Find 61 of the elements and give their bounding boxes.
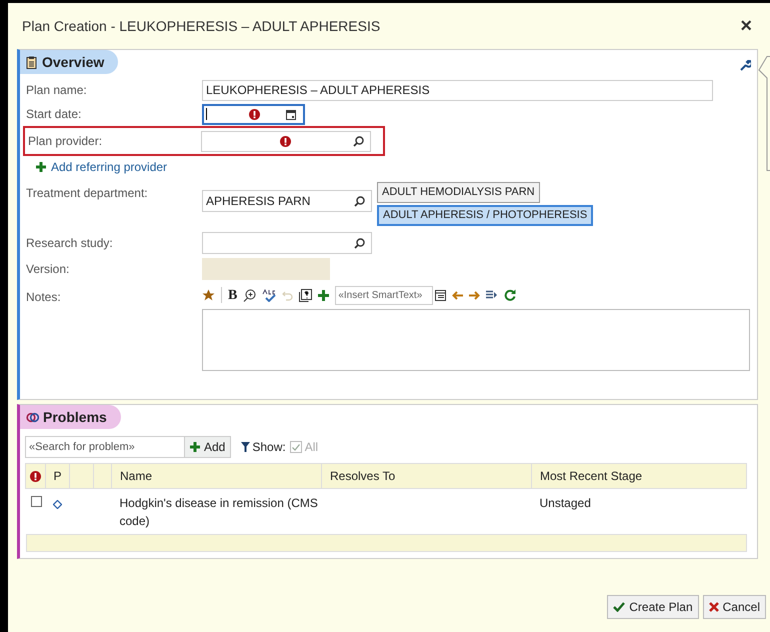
research-study-field[interactable] [202,232,372,254]
section-title: Overview [42,52,104,72]
check-icon [613,602,626,612]
left-arrow-icon[interactable] [452,290,464,300]
list-window-icon[interactable] [435,290,446,300]
cancel-button[interactable]: Cancel [702,595,766,619]
search-icon[interactable] [353,136,364,146]
plus-icon[interactable] [318,290,330,300]
create-plan-button[interactable]: Create Plan [607,595,699,619]
spellcheck-icon[interactable] [262,288,276,302]
calendar-icon[interactable] [286,108,296,120]
checkbox-label: All [304,439,318,456]
smarttext-field[interactable]: «Insert SmartText» [335,286,434,304]
treatment-department-field[interactable]: APHERESIS PARN [202,190,372,212]
help-box-icon[interactable] [299,288,312,302]
field-label: Version: [26,261,70,278]
refresh-icon[interactable] [504,289,516,301]
star-icon[interactable] [202,288,215,302]
search-icon[interactable] [354,238,365,248]
notes-field[interactable] [202,309,750,371]
field-label: Treatment department: [26,185,149,202]
problem-name[interactable]: Hodgkin's disease in remission (CMS code) [120,494,320,530]
add-button[interactable]: Add [185,436,232,458]
search-icon[interactable] [354,196,365,206]
wrench-icon[interactable] [740,60,751,70]
close-icon [708,602,719,612]
column-header[interactable]: Resolves To [322,464,532,488]
bold-button[interactable]: B [228,284,238,306]
filter-icon [241,442,250,452]
plus-icon [36,162,46,172]
collapse-tab-icon[interactable] [758,56,770,171]
right-arrow-icon[interactable] [469,290,480,300]
column-header[interactable]: P [46,464,70,488]
plus-icon [190,442,200,452]
section-title: Problems [43,408,107,426]
checkbox[interactable] [30,496,42,507]
field-label: Start date: [26,106,82,123]
department-option-button[interactable]: ADULT APHERESIS / PHOTOPHERESIS [377,205,594,226]
field-label: Plan provider: [28,133,104,150]
column-header[interactable]: Name [112,464,322,488]
check-mark-icon [292,444,300,450]
linked-rings-icon [26,410,39,424]
clipboard-icon [26,56,37,68]
list-arrow-icon[interactable] [486,290,498,300]
start-date-field[interactable] [202,104,305,124]
diamond-icon [53,500,62,510]
problem-search-field[interactable]: «Search for problem» [25,436,185,458]
field-label: Research study: [26,235,114,252]
field-label: Plan name: [26,82,88,99]
show-label: Show: [252,439,286,456]
close-button[interactable]: × [740,16,752,36]
field-label: Notes: [26,289,62,306]
error-icon [30,470,41,482]
zoom-icon[interactable] [243,288,256,302]
window-title: Plan Creation - LEUKOPHERESIS – ADULT APHERESIS [22,16,380,36]
department-option-button[interactable]: ADULT HEMODIALYSIS PARN [377,182,540,203]
plan-provider-field[interactable] [201,130,371,152]
stage-cell: Unstaged [540,496,591,510]
column-header[interactable]: Most Recent Stage [532,464,746,488]
plan-name-field[interactable]: LEUKOPHERESIS – ADULT APHERESIS [202,80,713,100]
add-referring-provider-link[interactable]: Add referring provider [36,156,168,178]
